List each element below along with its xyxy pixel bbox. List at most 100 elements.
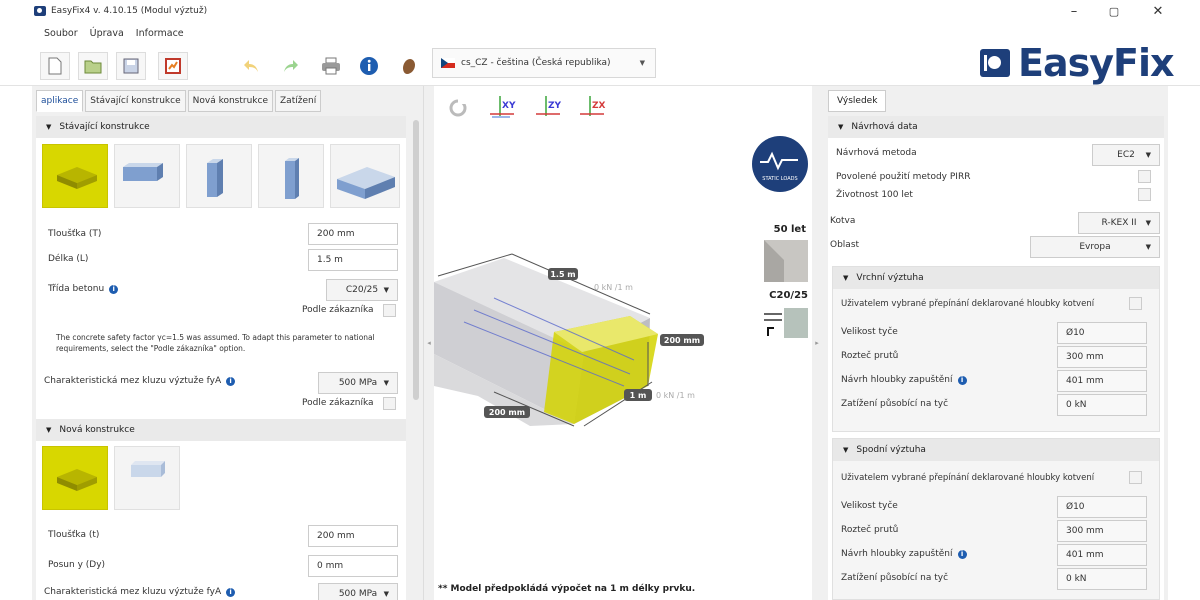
new-shape-slab-option[interactable] xyxy=(42,446,108,510)
new-yield-select[interactable]: 500 MPa ▼ xyxy=(318,583,398,600)
concrete-class-label: Třída betonu xyxy=(48,284,105,294)
static-loads-badge[interactable]: STATIC LOADS xyxy=(752,136,808,192)
top-size-value: Ø10 xyxy=(1057,322,1147,344)
bottom-reinforcement-header[interactable]: ▼ Spodní výztuha xyxy=(833,439,1159,461)
region-select[interactable]: Evropa ▼ xyxy=(1030,236,1160,258)
top-depth-label-wrap: Návrh hloubky zapuštění i xyxy=(841,375,967,385)
thickness-input[interactable]: 200 mm xyxy=(308,223,398,245)
shape-block-option[interactable] xyxy=(330,144,400,208)
new-thickness-input[interactable]: 200 mm xyxy=(308,525,398,547)
pirr-checkbox[interactable] xyxy=(1138,170,1151,183)
shape-wall-option[interactable] xyxy=(186,144,252,208)
new-structure-header[interactable]: ▼ Nová konstrukce xyxy=(36,419,406,441)
model-drawing: XY ZY ZX STATIC LOADS 50 let C20/25 1.5 … xyxy=(434,96,808,427)
menu-file[interactable]: Soubor xyxy=(44,28,78,39)
tab-aplikace[interactable]: aplikace xyxy=(36,90,84,112)
scrollbar-thumb[interactable] xyxy=(413,120,419,400)
undo-button[interactable] xyxy=(236,52,266,80)
info-icon[interactable]: i xyxy=(109,285,119,294)
bottom-spacing-label: Rozteč prutů xyxy=(841,525,899,535)
custom-checkbox[interactable] xyxy=(383,304,396,317)
chevron-down-icon: ▼ xyxy=(383,590,389,598)
concrete-class-label-wrap: Třída betonu i xyxy=(48,284,119,294)
window-title: EasyFix4 v. 4.10.15 (Modul výztuž) xyxy=(51,6,208,16)
menu-info[interactable]: Informace xyxy=(136,28,184,39)
tab-loads[interactable]: Zatížení xyxy=(275,90,322,112)
load-label-top: 0 kN /1 m xyxy=(594,283,633,292)
shift-input[interactable]: 0 mm xyxy=(308,555,398,577)
new-structure-title: Nová konstrukce xyxy=(59,425,135,435)
maximize-button[interactable]: ▢ xyxy=(1094,0,1134,22)
dim-length-label: 1.5 m xyxy=(550,270,575,279)
shape-slab-option[interactable] xyxy=(42,144,108,208)
custom-label: Podle zákazníka xyxy=(302,305,374,315)
right-splitter[interactable]: ▸ xyxy=(812,86,822,600)
left-splitter[interactable]: ◂ xyxy=(424,86,434,600)
bottom-size-label: Velikost tyče xyxy=(841,501,898,511)
open-button[interactable] xyxy=(78,52,108,80)
yield-strength-value: 500 MPa xyxy=(338,378,378,388)
top-reinforcement-header[interactable]: ▼ Vrchní výztuha xyxy=(833,267,1159,289)
help-button[interactable] xyxy=(394,52,424,80)
redo-button[interactable] xyxy=(276,52,306,80)
shape-beam-option[interactable] xyxy=(114,144,180,208)
tab-new-structure[interactable]: Nová konstrukce xyxy=(187,90,274,112)
custom-checkbox-2[interactable] xyxy=(383,397,396,410)
design-data-header[interactable]: ▼ Návrhová data xyxy=(828,116,1164,138)
top-depth-value: 401 mm xyxy=(1057,370,1147,392)
info-icon[interactable]: i xyxy=(226,377,236,386)
info-icon[interactable]: i xyxy=(957,376,967,385)
length-label: Délka (L) xyxy=(48,254,89,264)
minimize-button[interactable]: – xyxy=(1054,0,1094,22)
language-select[interactable]: cs_CZ - čeština (Česká republika) ▼ xyxy=(432,48,656,78)
length-input[interactable]: 1.5 m xyxy=(308,249,398,271)
view-xy-button[interactable]: XY xyxy=(490,96,516,118)
concrete-class-select[interactable]: C20/25 ▼ xyxy=(326,279,398,301)
region-label: Oblast xyxy=(830,240,860,250)
info-icon[interactable]: i xyxy=(226,588,236,597)
folder-icon xyxy=(84,60,102,74)
yield-strength-select[interactable]: 500 MPa ▼ xyxy=(318,372,398,394)
menu-edit[interactable]: Úprava xyxy=(90,28,124,39)
shape-column-option[interactable] xyxy=(258,144,324,208)
close-button[interactable]: ✕ xyxy=(1138,0,1178,22)
slab-model xyxy=(434,253,658,427)
bottom-override-checkbox[interactable] xyxy=(1129,471,1142,484)
new-file-icon xyxy=(48,57,62,75)
reset-view-icon[interactable] xyxy=(449,98,467,117)
collapse-triangle-icon: ▼ xyxy=(46,426,52,434)
left-scrollbar[interactable] xyxy=(412,116,420,600)
left-panel: aplikace Stávající konstrukce Nová konst… xyxy=(32,86,424,600)
save-button[interactable] xyxy=(116,52,146,80)
bottom-load-label: Zatížení působící na tyč xyxy=(841,573,949,583)
anchor-label: Kotva xyxy=(830,216,856,226)
tab-result[interactable]: Výsledek xyxy=(828,90,887,112)
report-button[interactable] xyxy=(158,52,188,80)
top-depth-label: Návrh hloubky zapuštění xyxy=(841,375,953,385)
beam-icon xyxy=(131,461,165,477)
top-size-label: Velikost tyče xyxy=(841,327,898,337)
top-override-checkbox[interactable] xyxy=(1129,297,1142,310)
tab-existing-structure[interactable]: Stávající konstrukce xyxy=(85,90,186,112)
safety-factor-note: The concrete safety factor γc=1.5 was as… xyxy=(56,333,375,353)
dim-width-label: 200 mm xyxy=(489,408,525,417)
view-zx-button[interactable]: ZX xyxy=(580,96,606,116)
logo-mark-icon xyxy=(980,49,1010,77)
view-zy-button[interactable]: ZY xyxy=(536,96,562,116)
existing-structure-header[interactable]: ▼ Stávající konstrukce xyxy=(36,116,406,138)
new-yield-label-wrap: Charakteristická mez kluzu výztuže fyA i xyxy=(44,587,236,597)
chevron-down-icon: ▼ xyxy=(1145,219,1151,227)
logo-text: EasyFix xyxy=(1018,41,1174,85)
cz-flag-icon xyxy=(441,58,455,68)
method-select[interactable]: EC2 ▼ xyxy=(1092,144,1160,166)
3d-viewport[interactable]: XY ZY ZX STATIC LOADS 50 let C20/25 1.5 … xyxy=(434,86,812,600)
info-icon[interactable]: i xyxy=(957,550,967,559)
new-file-button[interactable] xyxy=(40,52,70,80)
new-shape-beam-option[interactable] xyxy=(114,446,180,510)
custom-label-2: Podle zákazníka xyxy=(302,398,374,408)
info-button[interactable] xyxy=(354,52,384,80)
anchor-select[interactable]: R-KEX II ▼ xyxy=(1078,212,1160,234)
print-button[interactable] xyxy=(316,52,346,80)
life-checkbox[interactable] xyxy=(1138,188,1151,201)
result-content: ▼ Návrhová data Návrhová metoda EC2 ▼ Pov… xyxy=(828,116,1164,600)
